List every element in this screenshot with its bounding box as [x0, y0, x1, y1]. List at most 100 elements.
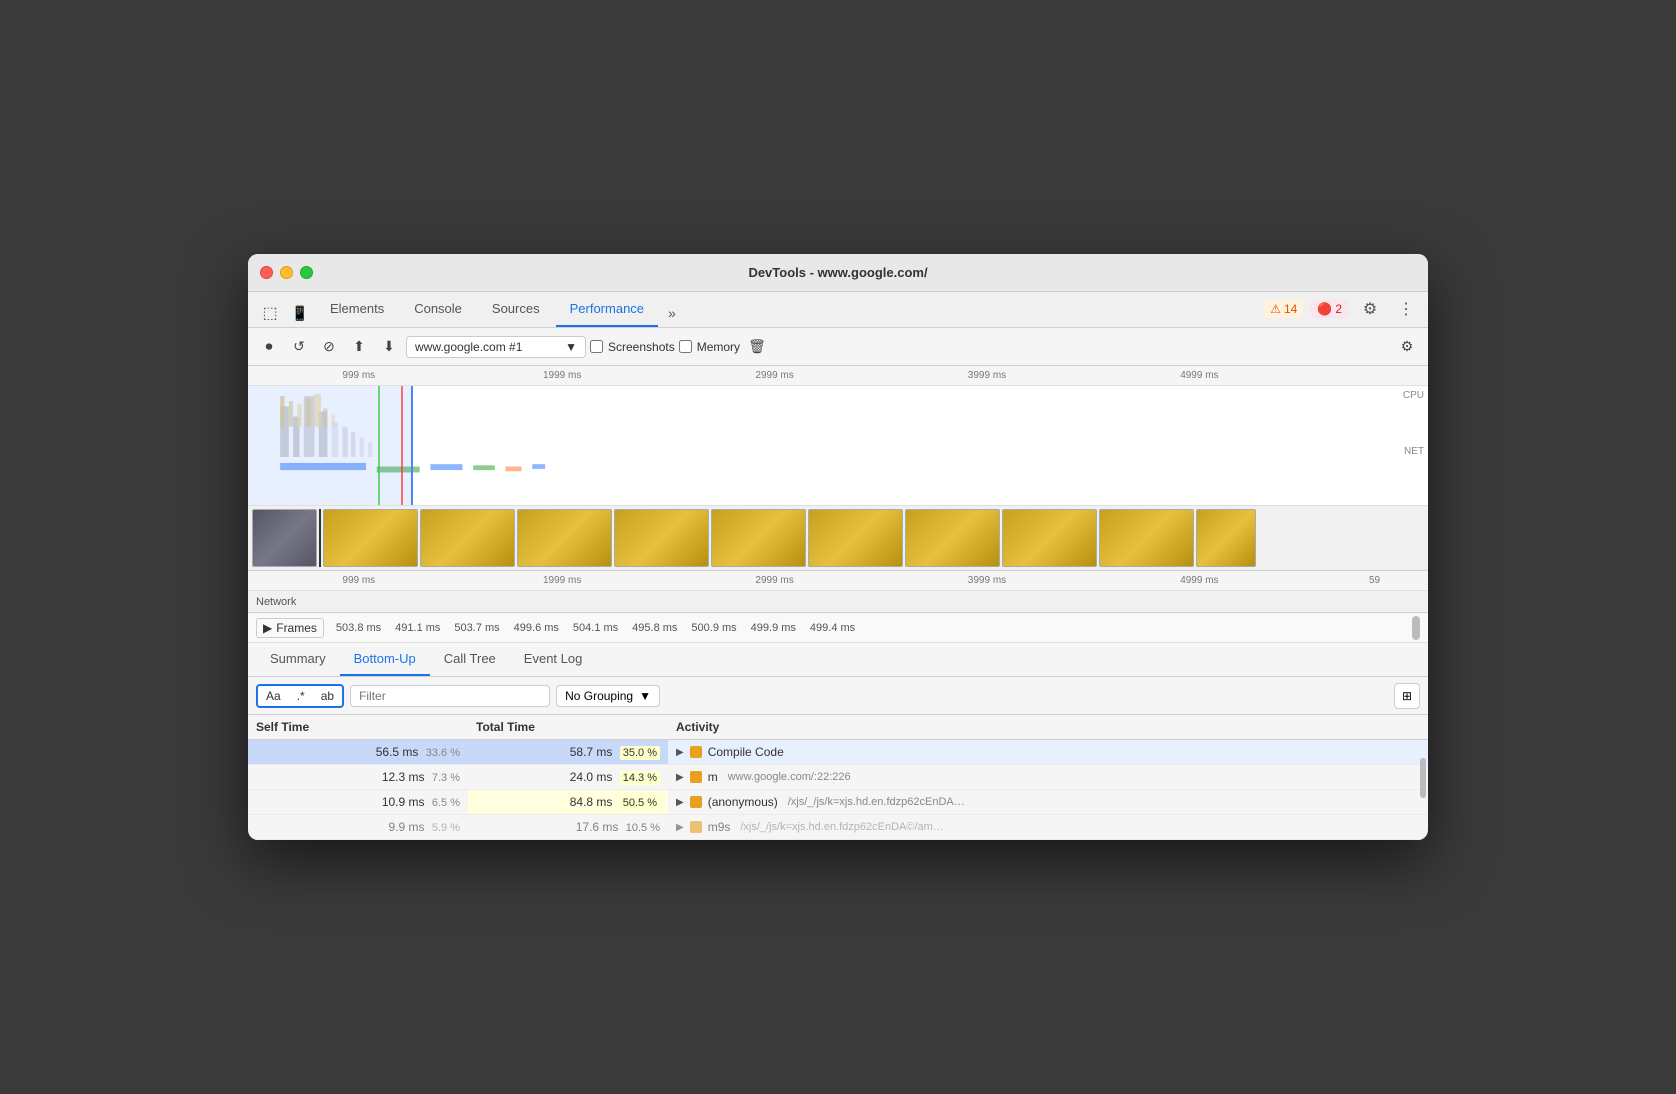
delete-button[interactable]: 🗑 — [744, 334, 770, 360]
data-table-container[interactable]: Self Time Total Time Activity 56.5 ms 33… — [248, 715, 1428, 840]
collapse-button[interactable]: ⊞ — [1394, 683, 1420, 709]
time-marker-2 — [378, 386, 380, 505]
regex-button[interactable]: .* — [289, 686, 313, 706]
self-time-pct-3: 5.9 % — [432, 822, 460, 834]
table-row: 10.9 ms 6.5 % 84.8 ms 50.5 % ▶ (anonymou… — [248, 790, 1428, 815]
frame-time-2: 503.7 ms — [454, 622, 499, 634]
expand-icon-3[interactable]: ▶ — [676, 822, 684, 833]
screenshot-thumb-4[interactable] — [614, 509, 709, 567]
warning-badge[interactable]: ⚠ 14 — [1264, 300, 1303, 318]
tab-elements[interactable]: Elements — [316, 292, 398, 327]
total-time-pct-0: 35.0 % — [620, 746, 660, 760]
capture-settings-button[interactable]: ⚙ — [1394, 334, 1420, 360]
minimize-button[interactable] — [280, 266, 293, 279]
table-row: 9.9 ms 5.9 % 17.6 ms 10.5 % ▶ m9s /xjs/_… — [248, 815, 1428, 840]
tab-actions: ⚠ 14 🔴 2 ⚙ ⋮ — [1264, 295, 1420, 327]
total-time-pct-3: 10.5 % — [626, 822, 660, 834]
grouping-select[interactable]: No Grouping ▼ — [556, 685, 660, 707]
self-time-cell-3: 9.9 ms 5.9 % — [248, 815, 468, 840]
bottom-mark-4: 4999 ms — [1180, 575, 1218, 586]
bottom-mark-1: 1999 ms — [543, 575, 581, 586]
device-icon[interactable]: 📱 — [286, 299, 314, 327]
network-label: Network — [256, 596, 296, 608]
url-label: www.google.com #1 — [415, 340, 522, 354]
expand-icon-0[interactable]: ▶ — [676, 747, 684, 758]
total-time-cell-1: 24.0 ms 14.3 % — [468, 765, 668, 790]
tab-console[interactable]: Console — [400, 292, 476, 327]
activity-cell-3: ▶ m9s /xjs/_/js/k=xjs.hd.en.fdzp62cEnDA©… — [668, 815, 1428, 840]
activity-content-2: ▶ (anonymous) /xjs/_/js/k=xjs.hd.en.fdzp… — [676, 795, 1420, 809]
memory-check[interactable] — [679, 340, 692, 353]
screenshot-thumb-8[interactable] — [1002, 509, 1097, 567]
tab-event-log[interactable]: Event Log — [510, 643, 597, 676]
grouping-label: No Grouping — [565, 689, 633, 703]
total-time-pct-2: 50.5 % — [620, 796, 660, 810]
error-icon: 🔴 — [1317, 302, 1332, 316]
filter-group: Aa .* ab — [256, 684, 344, 708]
screenshot-thumb-7[interactable] — [905, 509, 1000, 567]
case-sensitive-button[interactable]: Aa — [258, 686, 289, 706]
clear-button[interactable]: ⊘ — [316, 334, 342, 360]
highlight-button[interactable]: ab — [313, 686, 342, 706]
close-button[interactable] — [260, 266, 273, 279]
reload-button[interactable]: ↺ — [286, 334, 312, 360]
self-time-ms-2: 10.9 ms — [382, 795, 425, 809]
table-scrollbar[interactable] — [1420, 758, 1426, 798]
self-time-ms-1: 12.3 ms — [382, 770, 425, 784]
bottom-mark-2: 2999 ms — [755, 575, 793, 586]
tab-call-tree[interactable]: Call Tree — [430, 643, 510, 676]
activity-cell-1: ▶ m www.google.com/:22:226 — [668, 765, 1428, 790]
self-time-pct-0: 33.6 % — [426, 747, 460, 759]
settings-icon[interactable]: ⚙ — [1356, 295, 1384, 323]
screenshot-thumb-5[interactable] — [711, 509, 806, 567]
activity-content-0: ▶ Compile Code — [676, 745, 1420, 759]
self-time-cell-2: 10.9 ms 6.5 % — [248, 790, 468, 815]
url-selector[interactable]: www.google.com #1 ▼ — [406, 336, 586, 358]
record-button[interactable]: ⏺ — [256, 334, 282, 360]
frame-timings: 503.8 ms 491.1 ms 503.7 ms 499.6 ms 504.… — [336, 622, 855, 634]
table-row: 56.5 ms 33.6 % 58.7 ms 35.0 % ▶ Compile … — [248, 740, 1428, 765]
screenshot-thumb-2[interactable] — [420, 509, 515, 567]
screenshot-thumb-6[interactable] — [808, 509, 903, 567]
selection-band[interactable] — [248, 386, 413, 505]
header-total-time[interactable]: Total Time — [468, 715, 668, 740]
table-row: 12.3 ms 7.3 % 24.0 ms 14.3 % ▶ m www.goo… — [248, 765, 1428, 790]
upload-button[interactable]: ⬆ — [346, 334, 372, 360]
frames-arrow: ▶ — [263, 621, 272, 635]
header-self-time[interactable]: Self Time — [248, 715, 468, 740]
screenshots-checkbox[interactable]: Screenshots — [590, 340, 675, 354]
inspect-icon[interactable]: ⬚ — [256, 299, 284, 327]
expand-icon-2[interactable]: ▶ — [676, 797, 684, 808]
tab-overflow[interactable]: » — [660, 299, 684, 327]
frames-row: ▶ Frames 503.8 ms 491.1 ms 503.7 ms 499.… — [248, 613, 1428, 643]
header-activity[interactable]: Activity — [668, 715, 1428, 740]
error-badge[interactable]: 🔴 2 — [1311, 300, 1348, 318]
timeline-scrollbar[interactable] — [1412, 616, 1420, 640]
screenshot-thumb-1[interactable] — [323, 509, 418, 567]
maximize-button[interactable] — [300, 266, 313, 279]
activity-color-2 — [690, 796, 702, 808]
tab-summary[interactable]: Summary — [256, 643, 340, 676]
frame-time-0: 503.8 ms — [336, 622, 381, 634]
screenshot-thumb-10[interactable] — [1196, 509, 1256, 567]
screenshots-check[interactable] — [590, 340, 603, 353]
tab-sources[interactable]: Sources — [478, 292, 554, 327]
activity-content-3: ▶ m9s /xjs/_/js/k=xjs.hd.en.fdzp62cEnDA©… — [676, 820, 1420, 834]
tab-performance[interactable]: Performance — [556, 292, 658, 327]
download-button[interactable]: ⬇ — [376, 334, 402, 360]
net-chart — [248, 457, 1428, 505]
screenshot-thumb-0[interactable] — [252, 509, 317, 567]
more-icon[interactable]: ⋮ — [1392, 295, 1420, 323]
frame-time-6: 500.9 ms — [691, 622, 736, 634]
frames-toggle[interactable]: ▶ Frames — [256, 618, 324, 638]
activity-name-1: m — [708, 770, 718, 784]
screenshot-thumb-3[interactable] — [517, 509, 612, 567]
memory-checkbox[interactable]: Memory — [679, 340, 740, 354]
filter-input[interactable] — [350, 685, 550, 707]
timeline-chart[interactable]: CPU NET — [248, 386, 1428, 506]
screenshot-thumb-9[interactable] — [1099, 509, 1194, 567]
ruler-mark-4: 4999 ms — [1180, 370, 1218, 381]
bottom-mark-3: 3999 ms — [968, 575, 1006, 586]
tab-bottom-up[interactable]: Bottom-Up — [340, 643, 430, 676]
expand-icon-1[interactable]: ▶ — [676, 772, 684, 783]
